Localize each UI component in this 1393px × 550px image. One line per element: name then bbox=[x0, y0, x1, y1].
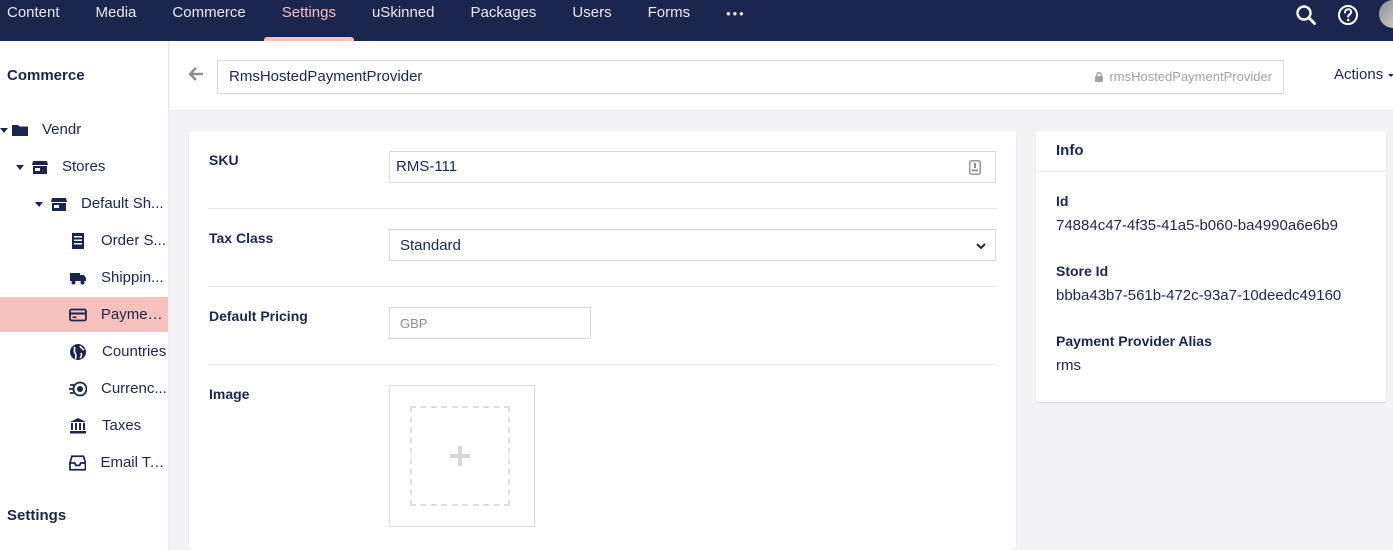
tax-class-select[interactable]: Standard bbox=[389, 229, 996, 261]
tab-content[interactable]: Content bbox=[0, 0, 78, 41]
text-field-indicator-icon bbox=[969, 160, 981, 175]
top-navigation-bar: Content Media Commerce Settings uSkinned… bbox=[0, 0, 1393, 41]
tree-item-order-statuses[interactable]: Order S... bbox=[0, 223, 168, 258]
tab-label: Commerce bbox=[172, 4, 246, 21]
tree-item-label: Order S... bbox=[101, 232, 167, 249]
back-arrow-icon[interactable] bbox=[188, 66, 204, 82]
sidebar-settings-title[interactable]: Settings bbox=[7, 507, 66, 524]
chevron-down-icon bbox=[976, 243, 986, 250]
tab-label: Packages bbox=[470, 4, 537, 21]
image-picker bbox=[389, 385, 535, 527]
tree-item-currencies[interactable]: Currenc... bbox=[0, 371, 168, 406]
divider bbox=[208, 286, 997, 287]
tab-label: uSkinned bbox=[371, 4, 435, 21]
alias-field[interactable]: rmsHostedPaymentProvider bbox=[1094, 69, 1272, 84]
store-id-label: Store Id bbox=[1056, 263, 1109, 279]
image-label: Image bbox=[209, 386, 250, 402]
store-icon bbox=[32, 160, 48, 174]
caret-down-icon[interactable] bbox=[35, 200, 43, 208]
default-pricing-label: Default Pricing bbox=[209, 308, 308, 324]
info-panel: Info Id 74884c47-4f35-41a5-b060-ba4990a6… bbox=[1036, 131, 1386, 402]
tab-label: Forms bbox=[647, 4, 691, 21]
tax-class-value: Standard bbox=[400, 237, 461, 254]
tree-item-default-shop[interactable]: Default Sh... bbox=[0, 186, 168, 221]
tree-item-shipping-methods[interactable]: Shippin... bbox=[0, 260, 168, 295]
sku-input[interactable]: RMS-111 bbox=[389, 151, 996, 183]
caret-down-icon bbox=[1388, 74, 1393, 77]
tree-item-label: Default Sh... bbox=[81, 195, 164, 212]
tab-label: Content bbox=[7, 4, 60, 21]
more-dots-icon: ••• bbox=[726, 6, 746, 21]
caret-down-icon[interactable] bbox=[0, 126, 8, 134]
tab-users[interactable]: Users bbox=[554, 0, 629, 41]
caret-down-icon[interactable] bbox=[16, 163, 24, 171]
editor-header: RmsHostedPaymentProvider rmsHostedPaymen… bbox=[170, 41, 1393, 111]
tab-label: Users bbox=[572, 4, 612, 21]
actions-label: Actions bbox=[1334, 66, 1384, 83]
tree-item-email-templates[interactable]: Email Te... bbox=[0, 445, 168, 480]
tab-commerce[interactable]: Commerce bbox=[154, 0, 263, 41]
payment-provider-alias-value: rms bbox=[1056, 357, 1081, 374]
id-value: 74884c47-4f35-41a5-b060-ba4990a6e6b9 bbox=[1056, 217, 1338, 234]
sidebar: Commerce Vendr Stores Default Sh... Orde… bbox=[0, 41, 169, 550]
document-icon bbox=[72, 232, 84, 249]
tab-label: Media bbox=[95, 4, 137, 21]
tree-item-label: Taxes bbox=[102, 417, 142, 434]
add-image-button[interactable] bbox=[410, 406, 510, 506]
tree-item-stores[interactable]: Stores bbox=[0, 149, 168, 184]
tree-item-label: Paymen... bbox=[100, 306, 168, 323]
info-title: Info bbox=[1036, 131, 1386, 172]
tree-item-label: Email Te... bbox=[100, 454, 168, 471]
tax-class-label: Tax Class bbox=[209, 230, 274, 246]
actions-button[interactable]: Actions bbox=[1334, 66, 1393, 83]
tab-label: Settings bbox=[281, 4, 336, 21]
tab-media[interactable]: Media bbox=[78, 0, 155, 41]
more-sections-button[interactable]: ••• bbox=[708, 0, 764, 41]
truck-icon bbox=[70, 272, 86, 284]
tree-item-label: Vendr bbox=[42, 121, 82, 138]
id-label: Id bbox=[1056, 193, 1069, 209]
help-icon[interactable] bbox=[1337, 4, 1359, 26]
tree-item-taxes[interactable]: Taxes bbox=[0, 408, 168, 443]
tab-packages[interactable]: Packages bbox=[453, 0, 555, 41]
sku-value: RMS-111 bbox=[396, 158, 458, 175]
plus-icon bbox=[450, 446, 470, 466]
node-name-field[interactable]: RmsHostedPaymentProvider rmsHostedPaymen… bbox=[217, 60, 1284, 94]
inbox-icon bbox=[69, 454, 87, 471]
tab-forms[interactable]: Forms bbox=[630, 0, 709, 41]
tree-item-vendr[interactable]: Vendr bbox=[0, 112, 168, 147]
divider bbox=[208, 208, 997, 209]
tree-item-label: Shippin... bbox=[101, 269, 164, 286]
tab-settings[interactable]: Settings bbox=[263, 0, 355, 41]
default-pricing-gbp-input[interactable]: GBP bbox=[389, 307, 591, 339]
gbp-placeholder: GBP bbox=[400, 316, 428, 331]
search-icon[interactable] bbox=[1295, 4, 1317, 26]
payment-provider-alias-label: Payment Provider Alias bbox=[1056, 333, 1212, 349]
tree-item-countries[interactable]: Countries bbox=[0, 334, 168, 369]
credit-card-icon bbox=[69, 308, 87, 321]
divider bbox=[208, 364, 997, 365]
tree-item-payment-methods[interactable]: Paymen... bbox=[0, 297, 168, 332]
user-avatar[interactable] bbox=[1379, 0, 1393, 28]
properties-card: SKU RMS-111 Tax Class Standard Default P… bbox=[189, 131, 1016, 550]
folder-icon bbox=[12, 124, 28, 136]
section-tabs: Content Media Commerce Settings uSkinned… bbox=[0, 0, 764, 41]
node-name-value: RmsHostedPaymentProvider bbox=[229, 68, 423, 85]
store-id-value: bbba43b7-561b-472c-93a7-10deedc49160 bbox=[1056, 287, 1342, 304]
tree-item-label: Currenc... bbox=[101, 380, 167, 397]
bank-icon bbox=[70, 417, 86, 433]
alias-value: rmsHostedPaymentProvider bbox=[1109, 69, 1272, 84]
coins-icon bbox=[69, 381, 87, 396]
tab-uskinned[interactable]: uSkinned bbox=[354, 0, 453, 41]
store-icon bbox=[51, 197, 67, 211]
tree-item-label: Stores bbox=[62, 158, 106, 175]
sku-label: SKU bbox=[209, 152, 239, 168]
sidebar-section-title: Commerce bbox=[7, 67, 85, 84]
top-right-tools bbox=[1295, 0, 1393, 41]
globe-icon bbox=[70, 343, 86, 360]
lock-icon[interactable] bbox=[1094, 71, 1104, 82]
tree-item-label: Countries bbox=[102, 343, 167, 360]
